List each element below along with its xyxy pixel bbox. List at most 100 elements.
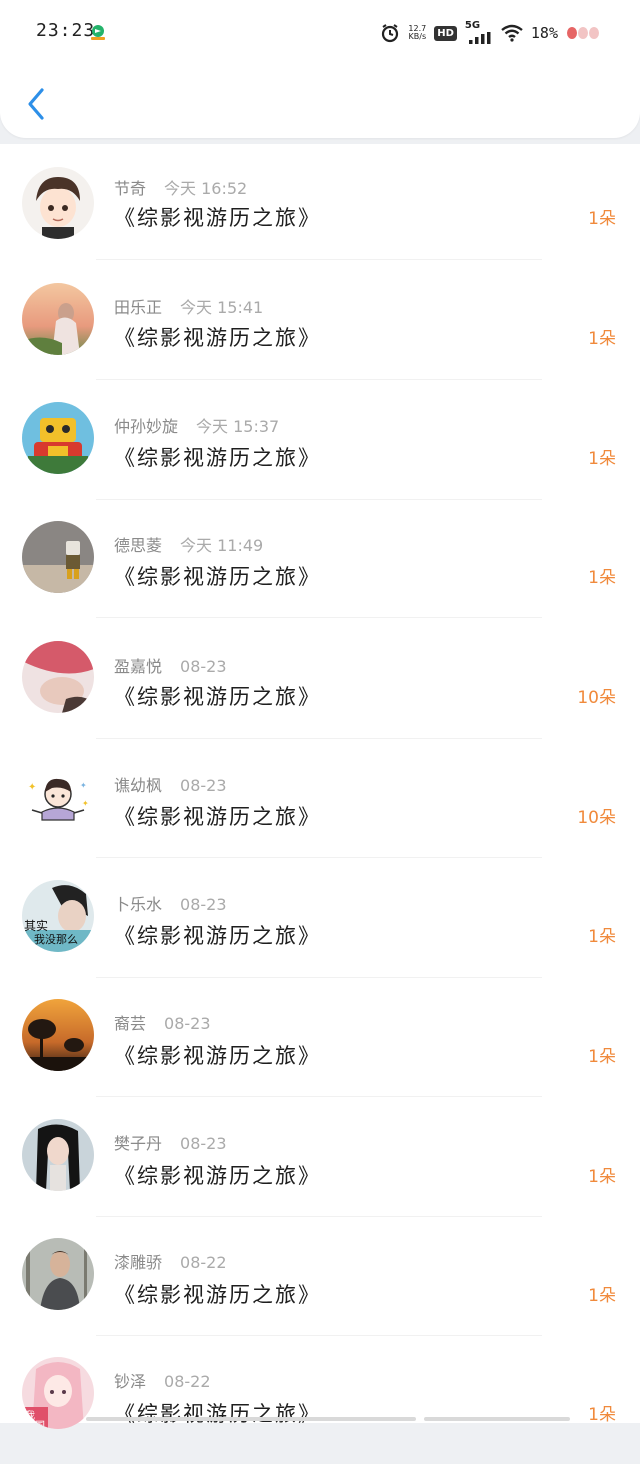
- user-name: 田乐正: [114, 298, 163, 317]
- record-meta: 仲孙妙旋 今天 15:37: [114, 413, 279, 437]
- user-avatar[interactable]: ✦ ✦ ✦: [22, 766, 94, 838]
- record-meta: 谯幼枫 08-23: [114, 772, 227, 796]
- book-title[interactable]: 《综影视游历之旅》: [114, 1160, 321, 1190]
- user-name: 裔芸: [114, 1014, 147, 1033]
- signal-5g: 5G: [465, 20, 493, 44]
- row-divider: [96, 617, 542, 618]
- book-title[interactable]: 《综影视游历之旅》: [114, 920, 321, 950]
- user-name: 钞泽: [114, 1372, 147, 1391]
- record-meta: 钞泽 08-22: [114, 1368, 211, 1392]
- avatar-caption-2: 我没那么: [34, 933, 78, 946]
- book-title[interactable]: 《综影视游历之旅》: [114, 442, 321, 472]
- user-name: 仲孙妙旋: [114, 417, 179, 436]
- record-meta: 田乐正 今天 15:41: [114, 294, 263, 318]
- gift-amount: 1朵: [588, 449, 616, 469]
- status-time: 23:23: [36, 20, 96, 41]
- record-meta: 卜乐水 08-23: [114, 891, 227, 915]
- record-meta: 裔芸 08-23: [114, 1010, 211, 1034]
- hd-badge: HD: [434, 25, 457, 41]
- row-divider: [96, 379, 542, 380]
- gift-record-row[interactable]: 裔芸 08-23 《综影视游历之旅》 1朵: [0, 984, 640, 1104]
- record-meta: 盈嘉悦 08-23: [114, 653, 227, 677]
- alarm-icon: [382, 24, 399, 43]
- gift-record-row[interactable]: 樊子丹 08-23 《综影视游历之旅》 1朵: [0, 1104, 640, 1224]
- user-avatar[interactable]: [22, 167, 94, 239]
- book-title[interactable]: 《综影视游历之旅》: [114, 202, 321, 232]
- record-meta: 德思菱 今天 11:49: [114, 532, 263, 556]
- user-avatar[interactable]: [22, 402, 94, 474]
- battery-icon: [567, 27, 599, 39]
- gift-amount: 1朵: [588, 927, 616, 947]
- user-avatar[interactable]: [22, 999, 94, 1071]
- record-time: 今天 16:52: [164, 179, 248, 198]
- record-time: 08-23: [164, 1014, 211, 1033]
- user-name: 节奇: [114, 179, 147, 198]
- row-divider: [96, 259, 542, 260]
- user-avatar[interactable]: [22, 283, 94, 355]
- gift-amount: 1朵: [588, 1047, 616, 1067]
- avatar-caption-2: 祖国: [25, 1419, 45, 1429]
- user-avatar[interactable]: 我 祖国: [22, 1357, 94, 1429]
- battery-level: 18%: [530, 24, 558, 42]
- book-title[interactable]: 《综影视游历之旅》: [114, 801, 321, 831]
- gift-record-row[interactable]: 德思菱 今天 11:49 《综影视游历之旅》 1朵: [0, 504, 640, 624]
- user-avatar[interactable]: [22, 1119, 94, 1191]
- gift-amount: 1朵: [588, 1405, 616, 1425]
- user-avatar[interactable]: [22, 521, 94, 593]
- user-name: 德思菱: [114, 536, 163, 555]
- app-notification-icon: [91, 25, 105, 40]
- record-time: 今天 15:37: [196, 417, 280, 436]
- gift-record-list: 节奇 今天 16:52 《综影视游历之旅》 1朵 田乐正 今天 15:41 《综影视…: [0, 144, 640, 1429]
- row-divider: [96, 977, 542, 978]
- user-avatar[interactable]: [22, 1238, 94, 1310]
- chevron-left-icon: [28, 88, 44, 120]
- row-divider: [96, 1096, 542, 1097]
- user-name: 漆雕骄: [114, 1253, 163, 1272]
- gift-record-row[interactable]: 盈嘉悦 08-23 《综影视游历之旅》 10朵: [0, 624, 640, 744]
- record-time: 今天 15:41: [180, 298, 264, 317]
- gift-record-row[interactable]: ✦ ✦ ✦ 谯幼枫 08-23 《综影视游历之旅》 10朵: [0, 744, 640, 864]
- record-time: 08-23: [180, 895, 227, 914]
- gift-record-row[interactable]: 其实 我没那么 卜乐水 08-23 《综影视游历之旅》 1朵: [0, 864, 640, 984]
- record-time: 今天 11:49: [180, 536, 264, 555]
- net-speed: 12.7 KB/s: [408, 24, 427, 41]
- book-title[interactable]: 《综影视游历之旅》: [114, 681, 321, 711]
- book-title[interactable]: 《综影视游历之旅》: [114, 322, 321, 352]
- gift-amount: 10朵: [577, 808, 616, 828]
- gift-record-row[interactable]: 田乐正 今天 15:41 《综影视游历之旅》 1朵: [0, 264, 640, 384]
- gift-record-row[interactable]: 节奇 今天 16:52 《综影视游历之旅》 1朵: [0, 144, 640, 264]
- gift-record-row[interactable]: 仲孙妙旋 今天 15:37 《综影视游历之旅》 1朵: [0, 384, 640, 504]
- avatar-caption-1: 其实: [24, 918, 48, 933]
- svg-text:✦: ✦: [82, 799, 89, 808]
- bottom-scroll-indicator: [424, 1417, 570, 1421]
- gift-amount: 1朵: [588, 1167, 616, 1187]
- gift-amount: 1朵: [588, 568, 616, 588]
- row-divider: [96, 1216, 542, 1217]
- book-title[interactable]: 《综影视游历之旅》: [114, 561, 321, 591]
- book-title[interactable]: 《综影视游历之旅》: [114, 1040, 321, 1070]
- row-divider: [96, 499, 542, 500]
- gift-record-row[interactable]: 我 祖国 钞泽 08-22 《综影视游历之旅》 1朵: [0, 1344, 640, 1464]
- gift-amount: 1朵: [588, 329, 616, 349]
- book-title[interactable]: 《综影视游历之旅》: [114, 1398, 321, 1428]
- record-meta: 樊子丹 08-23: [114, 1130, 227, 1154]
- record-time: 08-23: [180, 657, 227, 676]
- book-title[interactable]: 《综影视游历之旅》: [114, 1279, 321, 1309]
- user-avatar[interactable]: [22, 641, 94, 713]
- gift-amount: 1朵: [588, 209, 616, 229]
- svg-text:✦: ✦: [80, 781, 87, 790]
- gift-record-row[interactable]: 漆雕骄 08-22 《综影视游历之旅》 1朵: [0, 1224, 640, 1344]
- record-meta: 节奇 今天 16:52: [114, 175, 247, 199]
- record-time: 08-23: [180, 776, 227, 795]
- record-meta: 漆雕骄 08-22: [114, 1249, 227, 1273]
- back-button[interactable]: [18, 82, 54, 126]
- row-divider: [96, 738, 542, 739]
- user-name: 谯幼枫: [114, 776, 163, 795]
- user-name: 卜乐水: [114, 895, 163, 914]
- wifi-icon: [501, 24, 523, 42]
- bottom-scroll-indicator: [86, 1417, 416, 1421]
- record-time: 08-22: [164, 1372, 211, 1391]
- user-name: 盈嘉悦: [114, 657, 163, 676]
- user-avatar[interactable]: 其实 我没那么: [22, 880, 94, 952]
- top-bar: 23:23 12.7 KB/s HD 5G 18%: [0, 0, 640, 138]
